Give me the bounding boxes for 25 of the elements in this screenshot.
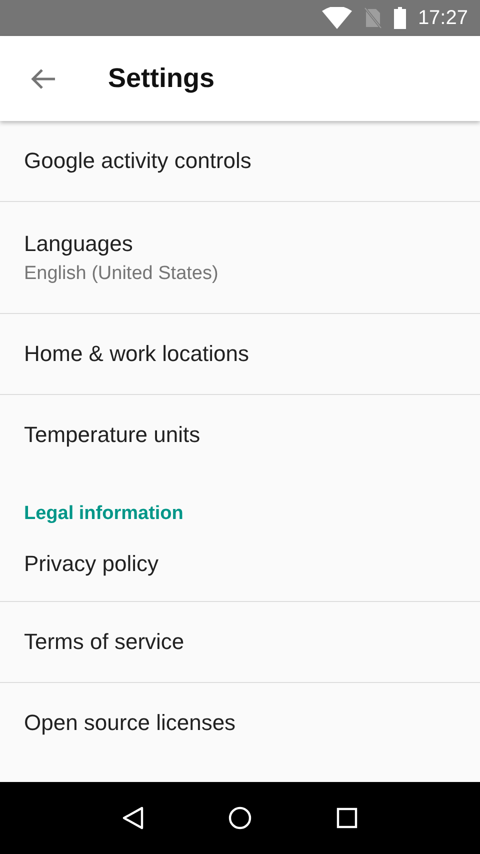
clock-time: 17:27 — [418, 6, 468, 30]
item-title: Terms of service — [24, 629, 186, 655]
home-circle-icon — [228, 806, 252, 830]
item-title: Temperature units — [24, 422, 202, 448]
settings-item[interactable]: Languages English (United States) — [0, 202, 480, 313]
back-arrow-icon — [30, 66, 56, 90]
item-title: Languages — [24, 230, 134, 256]
section-header: Legal information — [23, 502, 184, 526]
settings-item[interactable]: Privacy policy — [0, 531, 480, 601]
recents-square-icon — [336, 807, 358, 829]
settings-item[interactable]: Home & work locations — [0, 314, 480, 394]
item-title: Google activity controls — [24, 148, 252, 174]
no-sim-icon — [364, 7, 382, 29]
wifi-icon — [322, 7, 352, 29]
back-triangle-icon — [122, 806, 144, 830]
settings-item[interactable]: Temperature units — [0, 395, 480, 475]
screen-title: Settings — [108, 63, 215, 94]
battery-icon — [394, 7, 406, 29]
item-title: Open source licenses — [24, 710, 237, 736]
settings-item[interactable]: Open source licenses — [0, 683, 480, 763]
item-title: Privacy policy — [24, 551, 160, 577]
settings-item[interactable]: Google activity controls — [0, 121, 480, 201]
settings-item[interactable]: Terms of service — [0, 602, 480, 682]
item-summary: English (United States) — [24, 262, 220, 284]
item-title: Home & work locations — [24, 341, 250, 367]
